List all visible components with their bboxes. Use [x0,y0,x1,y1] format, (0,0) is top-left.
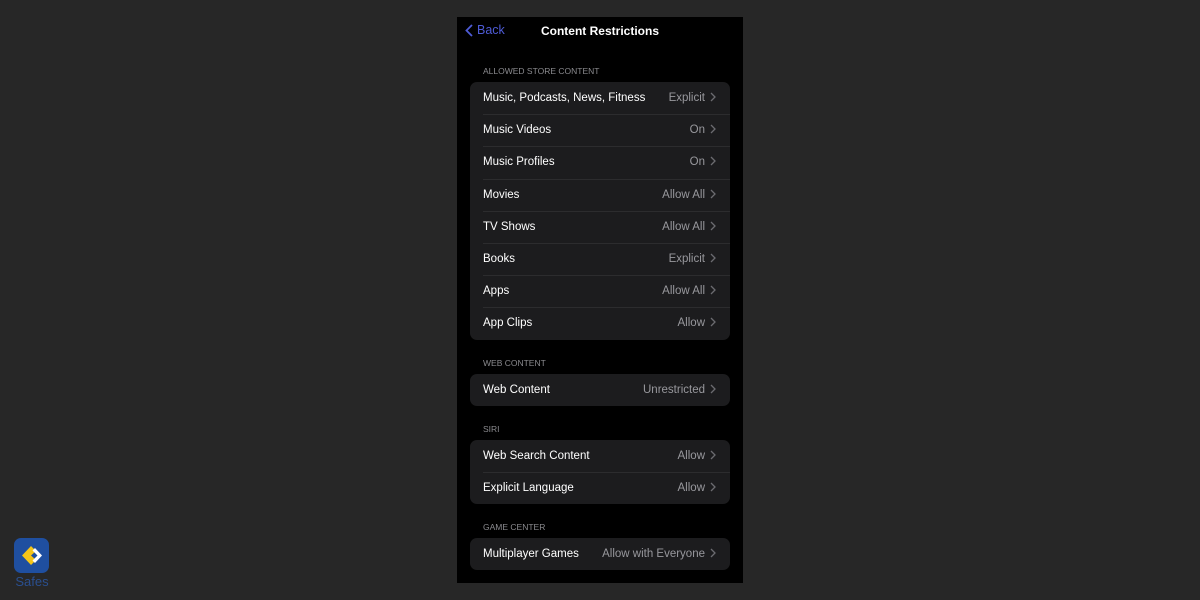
page-title: Content Restrictions [540,24,659,38]
row-value: Allow [677,449,705,462]
row-label: TV Shows [483,220,536,233]
chevron-right-icon [710,547,722,561]
chevron-right-icon [710,284,722,298]
settings-row[interactable]: Music Videos On [470,114,730,146]
nav-bar: Back Content Restrictions [457,17,743,45]
row-label: Multiplayer Games [483,548,579,561]
row-label: App Clips [483,317,533,330]
row-value: Explicit [668,92,705,105]
chevron-right-icon [710,449,722,463]
row-value: Allow [677,317,705,330]
settings-group: Music, Podcasts, News, Fitness Explicit Mu… [470,82,730,340]
settings-row[interactable]: Explicit Language Allow [470,471,730,504]
row-value: Explicit [668,253,705,266]
row-value: Allow All [662,220,705,233]
row-value: Unrestricted [643,383,705,396]
settings-row[interactable]: Books Explicit [470,242,730,275]
row-value: Allow All [662,285,705,298]
chevron-right-icon [710,155,722,169]
watermark-text: Safes [15,574,49,589]
row-label: Music Profiles [483,156,555,169]
chevron-right-icon [710,316,722,330]
row-value: Allow All [662,188,705,201]
settings-row[interactable]: App Clips Allow [470,307,730,339]
settings-row[interactable]: Web Search Content Allow [470,440,730,472]
settings-row[interactable]: Music, Podcasts, News, Fitness Explicit [470,82,730,114]
chevron-right-icon [710,481,722,495]
row-label: Music Videos [483,124,552,137]
settings-row[interactable]: Multiplayer Games Allow with Everyone [470,538,730,570]
section-header: SIRI [483,423,500,434]
row-value: Allow [677,481,705,494]
settings-row[interactable]: Web Content Unrestricted [470,374,730,406]
row-value: On [689,124,705,137]
chevron-right-icon [710,383,722,397]
section-header: GAME CENTER [483,522,546,533]
settings-row[interactable]: TV Shows Allow All [470,210,730,243]
row-label: Music, Podcasts, News, Fitness [483,92,646,105]
chevron-right-icon [710,123,722,137]
row-label: Movies [483,188,520,201]
row-label: Web Search Content [483,449,590,462]
row-label: Apps [483,285,510,298]
row-label: Explicit Language [483,481,574,494]
chevron-right-icon [710,220,722,234]
chevron-right-icon [710,91,722,105]
settings-group: Web Content Unrestricted [470,373,730,406]
phone-screen: Back Content Restrictions ALLOWED STORE … [457,17,743,583]
safes-logo: Safes [14,538,50,594]
settings-row[interactable]: Apps Allow All [470,275,730,307]
settings-row[interactable]: Movies Allow All [470,178,730,211]
section-header: WEB CONTENT [483,357,546,368]
row-value: On [689,156,705,169]
row-value: Allow with Everyone [602,548,705,561]
settings-group: Multiplayer Games Allow with Everyone [470,538,730,571]
row-label: Web Content [483,383,550,396]
row-label: Books [483,253,515,266]
settings-group: Web Search Content Allow Explicit Language… [470,439,730,505]
chevron-right-icon [710,188,722,202]
section-header: ALLOWED STORE CONTENT [483,66,600,76]
settings-row[interactable]: Music Profiles On [470,146,730,178]
chevron-right-icon [710,252,722,266]
